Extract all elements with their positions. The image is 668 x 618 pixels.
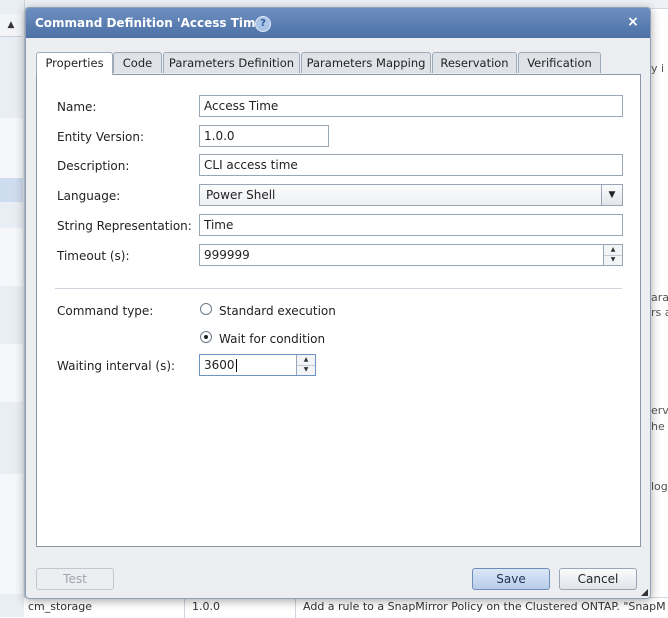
background-snippet: log [651,480,668,493]
cancel-button[interactable]: Cancel [559,568,637,590]
command-definition-dialog: Command Definition 'Access Time' ? × Pro… [25,7,651,599]
radio-wait-for-condition-label[interactable]: Wait for condition [219,332,325,346]
name-label: Name: [57,100,97,114]
background-row [0,118,23,178]
language-select[interactable]: Power Shell ▼ [199,184,623,206]
radio-standard-execution[interactable] [200,303,212,315]
background-snippet: erv [651,404,668,417]
string-representation-label: String Representation: [57,219,192,233]
radio-standard-execution-label[interactable]: Standard execution [219,304,336,318]
help-icon[interactable]: ? [255,16,271,32]
command-type-label: Command type: [57,304,154,318]
text-caret [235,359,237,372]
tab-parameters-definition[interactable]: Parameters Definition [163,52,300,73]
waiting-interval-spinner[interactable]: ▲ ▼ [296,355,315,375]
timeout-value: 999999 [204,248,250,262]
background-snippet: ara [651,291,668,304]
properties-panel: Name: Access Time Entity Version: 1.0.0 … [36,74,641,547]
background-cell-name: cm_storage [28,600,93,613]
language-label: Language: [57,189,121,203]
close-icon[interactable]: × [626,14,640,30]
section-divider [55,288,622,289]
background-snippet: he i [651,420,668,433]
tab-properties[interactable]: Properties [36,52,113,75]
entity-version-field[interactable]: 1.0.0 [199,125,329,147]
background-cell-version: 1.0.0 [192,600,220,613]
description-field[interactable]: CLI access time [199,154,623,176]
resize-grip-icon[interactable] [641,589,648,596]
column-separator [184,598,185,618]
background-table-row[interactable]: cm_storage 1.0.0 Add a rule to a SnapMir… [24,597,668,618]
entity-version-label: Entity Version: [57,130,145,144]
background-snippet: rs a [651,306,668,319]
dialog-titlebar[interactable]: Command Definition 'Access Time' ? × [26,8,650,38]
tab-verification[interactable]: Verification [518,52,601,73]
string-representation-field[interactable]: Time [199,214,623,236]
save-button[interactable]: Save [472,568,550,590]
background-row [0,344,23,402]
test-button[interactable]: Test [36,568,114,590]
timeout-spinner[interactable]: ▲ ▼ [603,245,622,265]
spin-down-icon[interactable]: ▼ [604,255,622,265]
waiting-interval-value: 3600 [204,358,235,372]
tab-parameters-mapping[interactable]: Parameters Mapping [301,52,431,73]
name-field[interactable]: Access Time [199,95,623,117]
background-cell-description: Add a rule to a SnapMirror Policy on the… [303,600,666,613]
waiting-interval-stepper[interactable]: 3600 ▲ ▼ [199,354,316,376]
chevron-down-icon[interactable]: ▼ [601,185,622,205]
timeout-stepper[interactable]: 999999 ▲ ▼ [199,244,623,266]
description-label: Description: [57,159,130,173]
background-row [0,228,23,286]
background-row [0,474,23,594]
background-selected-row[interactable] [0,178,23,202]
dialog-title: Command Definition 'Access Time' [35,16,268,30]
background-snippet: y i [651,62,665,75]
background-left-column: ▲ [0,0,25,617]
spin-down-icon[interactable]: ▼ [297,365,315,375]
column-separator [295,598,296,618]
tab-code[interactable]: Code [113,52,162,73]
radio-selected-dot [204,335,208,339]
radio-wait-for-condition[interactable] [200,331,212,343]
scroll-up-arrow-icon[interactable]: ▲ [0,14,22,37]
language-selected-value: Power Shell [206,188,276,202]
tab-reservation[interactable]: Reservation [432,52,517,73]
timeout-label: Timeout (s): [57,249,130,263]
waiting-interval-label: Waiting interval (s): [57,359,176,373]
